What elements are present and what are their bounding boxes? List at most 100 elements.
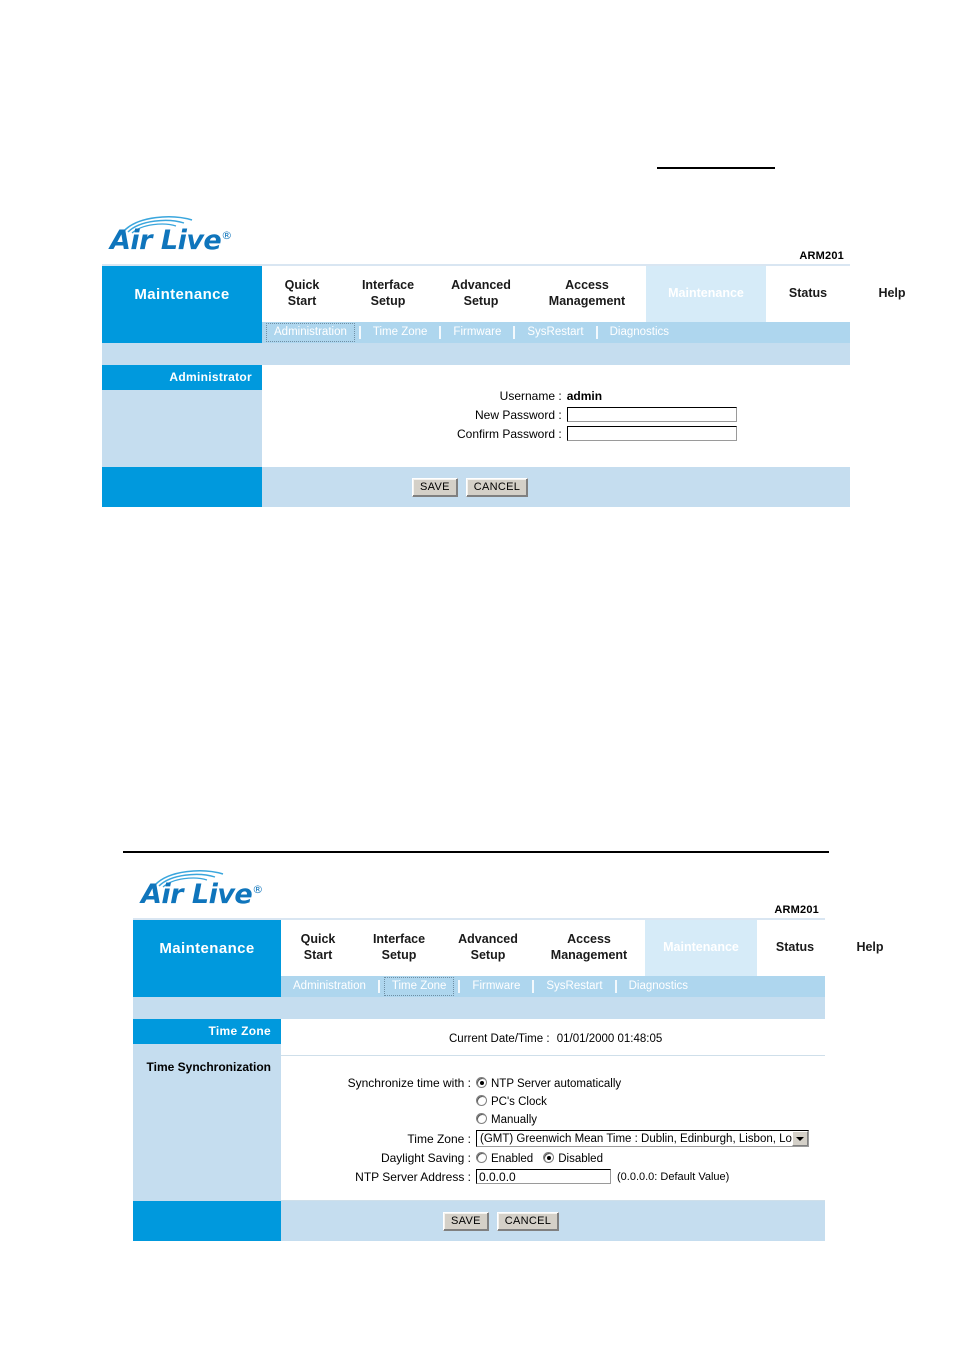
sync-option-ntp[interactable]: NTP Server automatically	[476, 1074, 809, 1092]
logo-text-value: Air Live	[110, 225, 222, 256]
cancel-button[interactable]: CANCEL	[496, 1211, 560, 1231]
airlive-logo: Air Live®	[110, 214, 290, 260]
registered-mark-icon: ®	[252, 883, 263, 896]
section-title: Maintenance	[102, 266, 262, 322]
nav-tabs: Quick Start Interface Setup Advanced Set…	[281, 920, 907, 976]
sub-nav-tabs: Administration Time Zone Firmware SysRes…	[262, 322, 850, 343]
nav-tabs: Quick Start Interface Setup Advanced Set…	[262, 266, 934, 322]
sync-option-pc-clock[interactable]: PC's Clock	[476, 1092, 809, 1110]
tab-access-management[interactable]: Access Management	[528, 266, 646, 322]
daylight-saving-row: Daylight Saving : Enabled Disabled	[281, 1149, 809, 1167]
subtab-administration[interactable]: Administration	[285, 977, 374, 996]
tab-advanced-setup[interactable]: Advanced Setup	[443, 920, 533, 976]
spacer-strip-right	[262, 343, 850, 365]
ntp-server-address-label: NTP Server Address :	[355, 1169, 471, 1184]
section-title: Maintenance	[133, 920, 281, 976]
subtab-firmware[interactable]: Firmware	[464, 977, 528, 996]
tab-quick-start[interactable]: Quick Start	[262, 266, 342, 322]
sub-nav-divider	[595, 326, 598, 339]
administrator-fields: Username : admin New Password : Confirm …	[457, 387, 737, 443]
timezone-row: Time Zone : (GMT) Greenwich Mean Time : …	[281, 1128, 809, 1149]
tab-help[interactable]: Help	[833, 920, 907, 976]
panel-body: Time Zone Time Synchronization Current D…	[133, 1019, 825, 1201]
daylight-saving-label: Daylight Saving :	[380, 1151, 471, 1165]
sidebar-heading-time-zone: Time Zone	[133, 1019, 281, 1044]
sub-nav-spacer	[133, 976, 281, 997]
tab-quick-start[interactable]: Quick Start	[281, 920, 355, 976]
footer-sidebar-block	[133, 1201, 281, 1241]
sub-nav-spacer	[102, 322, 262, 343]
timezone-selected-value: (GMT) Greenwich Mean Time : Dublin, Edin…	[480, 1132, 792, 1145]
spacer-strip-left	[102, 343, 262, 365]
ntp-default-hint: (0.0.0.0: Default Value)	[617, 1170, 730, 1183]
current-datetime-label: Current Date/Time :	[449, 1033, 550, 1045]
brand-bar: Air Live® ARM201	[133, 866, 825, 920]
subtab-diagnostics[interactable]: Diagnostics	[621, 977, 696, 996]
save-button[interactable]: SAVE	[443, 1211, 489, 1231]
model-name: ARM201	[799, 250, 844, 262]
new-password-input[interactable]	[566, 407, 737, 422]
tab-status[interactable]: Status	[766, 266, 850, 322]
current-datetime-value: 01/01/2000 01:48:05	[556, 1033, 663, 1045]
confirm-password-label: Confirm Password :	[457, 426, 562, 441]
username-value: admin	[566, 389, 603, 403]
tab-maintenance[interactable]: Maintenance	[646, 266, 766, 322]
radio-daylight-enabled-icon[interactable]	[476, 1152, 487, 1163]
tab-access-management[interactable]: Access Management	[533, 920, 645, 976]
subtab-administration[interactable]: Administration	[266, 323, 355, 342]
sync-spacer-1	[281, 1092, 476, 1110]
save-button[interactable]: SAVE	[412, 477, 458, 497]
airlive-logo: Air Live®	[141, 868, 321, 914]
sync-option-manually[interactable]: Manually	[476, 1110, 809, 1128]
panel-body: Administrator Username : admin New Passw…	[102, 365, 850, 467]
timezone-label: Time Zone :	[407, 1131, 471, 1146]
subtab-sysrestart[interactable]: SysRestart	[538, 977, 610, 996]
spacer-strip-left	[133, 997, 281, 1019]
radio-manually-icon[interactable]	[476, 1113, 487, 1124]
ntp-server-address-input[interactable]	[476, 1169, 611, 1184]
radio-daylight-disabled-icon[interactable]	[543, 1152, 555, 1163]
sync-spacer-2	[281, 1110, 476, 1128]
radio-manually-label: Manually	[491, 1114, 538, 1126]
sync-option-row-2: PC's Clock	[281, 1092, 809, 1110]
spacer-strip	[102, 343, 850, 365]
panel-footer: SAVE CANCEL	[102, 467, 850, 507]
time-zone-panel: Air Live® ARM201 Maintenance Quick Start…	[133, 866, 907, 1241]
ntp-server-address-cell: (0.0.0.0: Default Value)	[476, 1167, 809, 1186]
synchronize-time-label: Synchronize time with :	[347, 1076, 471, 1090]
current-datetime-row: Current Date/Time : 01/01/2000 01:48:05	[281, 1019, 825, 1055]
tab-interface-setup[interactable]: Interface Setup	[355, 920, 443, 976]
brand-bar: Air Live® ARM201	[102, 212, 850, 266]
main-nav: Maintenance Quick Start Interface Setup …	[102, 266, 934, 322]
timezone-select[interactable]: (GMT) Greenwich Mean Time : Dublin, Edin…	[476, 1130, 809, 1147]
radio-daylight-disabled-label: Disabled	[558, 1153, 603, 1165]
tab-advanced-setup[interactable]: Advanced Setup	[434, 266, 528, 322]
subtab-diagnostics[interactable]: Diagnostics	[602, 323, 677, 342]
radio-pc-clock-icon[interactable]	[476, 1095, 487, 1106]
cancel-button[interactable]: CANCEL	[465, 477, 529, 497]
subtab-time-zone[interactable]: Time Zone	[365, 323, 436, 342]
subtab-time-zone[interactable]: Time Zone	[383, 977, 455, 996]
tab-interface-setup[interactable]: Interface Setup	[342, 266, 434, 322]
ntp-server-address-row: NTP Server Address : (0.0.0.0: Default V…	[281, 1167, 809, 1186]
timezone-select-cell: (GMT) Greenwich Mean Time : Dublin, Edin…	[476, 1128, 809, 1149]
content-area: Username : admin New Password : Confirm …	[262, 365, 850, 467]
subtab-sysrestart[interactable]: SysRestart	[519, 323, 591, 342]
confirm-password-input[interactable]	[566, 426, 737, 441]
sidebar-filler	[133, 1074, 281, 1201]
section-separator-rule	[123, 851, 829, 853]
sync-option-row-1: Synchronize time with : NTP Server autom…	[281, 1074, 809, 1092]
sidebar: Administrator	[102, 365, 262, 467]
tab-help[interactable]: Help	[850, 266, 934, 322]
sidebar-heading-administrator: Administrator	[102, 365, 262, 390]
tab-maintenance[interactable]: Maintenance	[645, 920, 757, 976]
chevron-down-icon[interactable]	[792, 1131, 808, 1146]
radio-ntp-server-label: NTP Server automatically	[491, 1078, 622, 1090]
radio-ntp-server-icon[interactable]	[476, 1077, 487, 1088]
subtab-firmware[interactable]: Firmware	[445, 323, 509, 342]
sub-nav: Administration Time Zone Firmware SysRes…	[102, 322, 850, 343]
main-nav: Maintenance Quick Start Interface Setup …	[133, 920, 907, 976]
tab-status[interactable]: Status	[757, 920, 833, 976]
sub-nav-divider	[377, 980, 380, 993]
time-sync-fields: Synchronize time with : NTP Server autom…	[281, 1074, 809, 1186]
